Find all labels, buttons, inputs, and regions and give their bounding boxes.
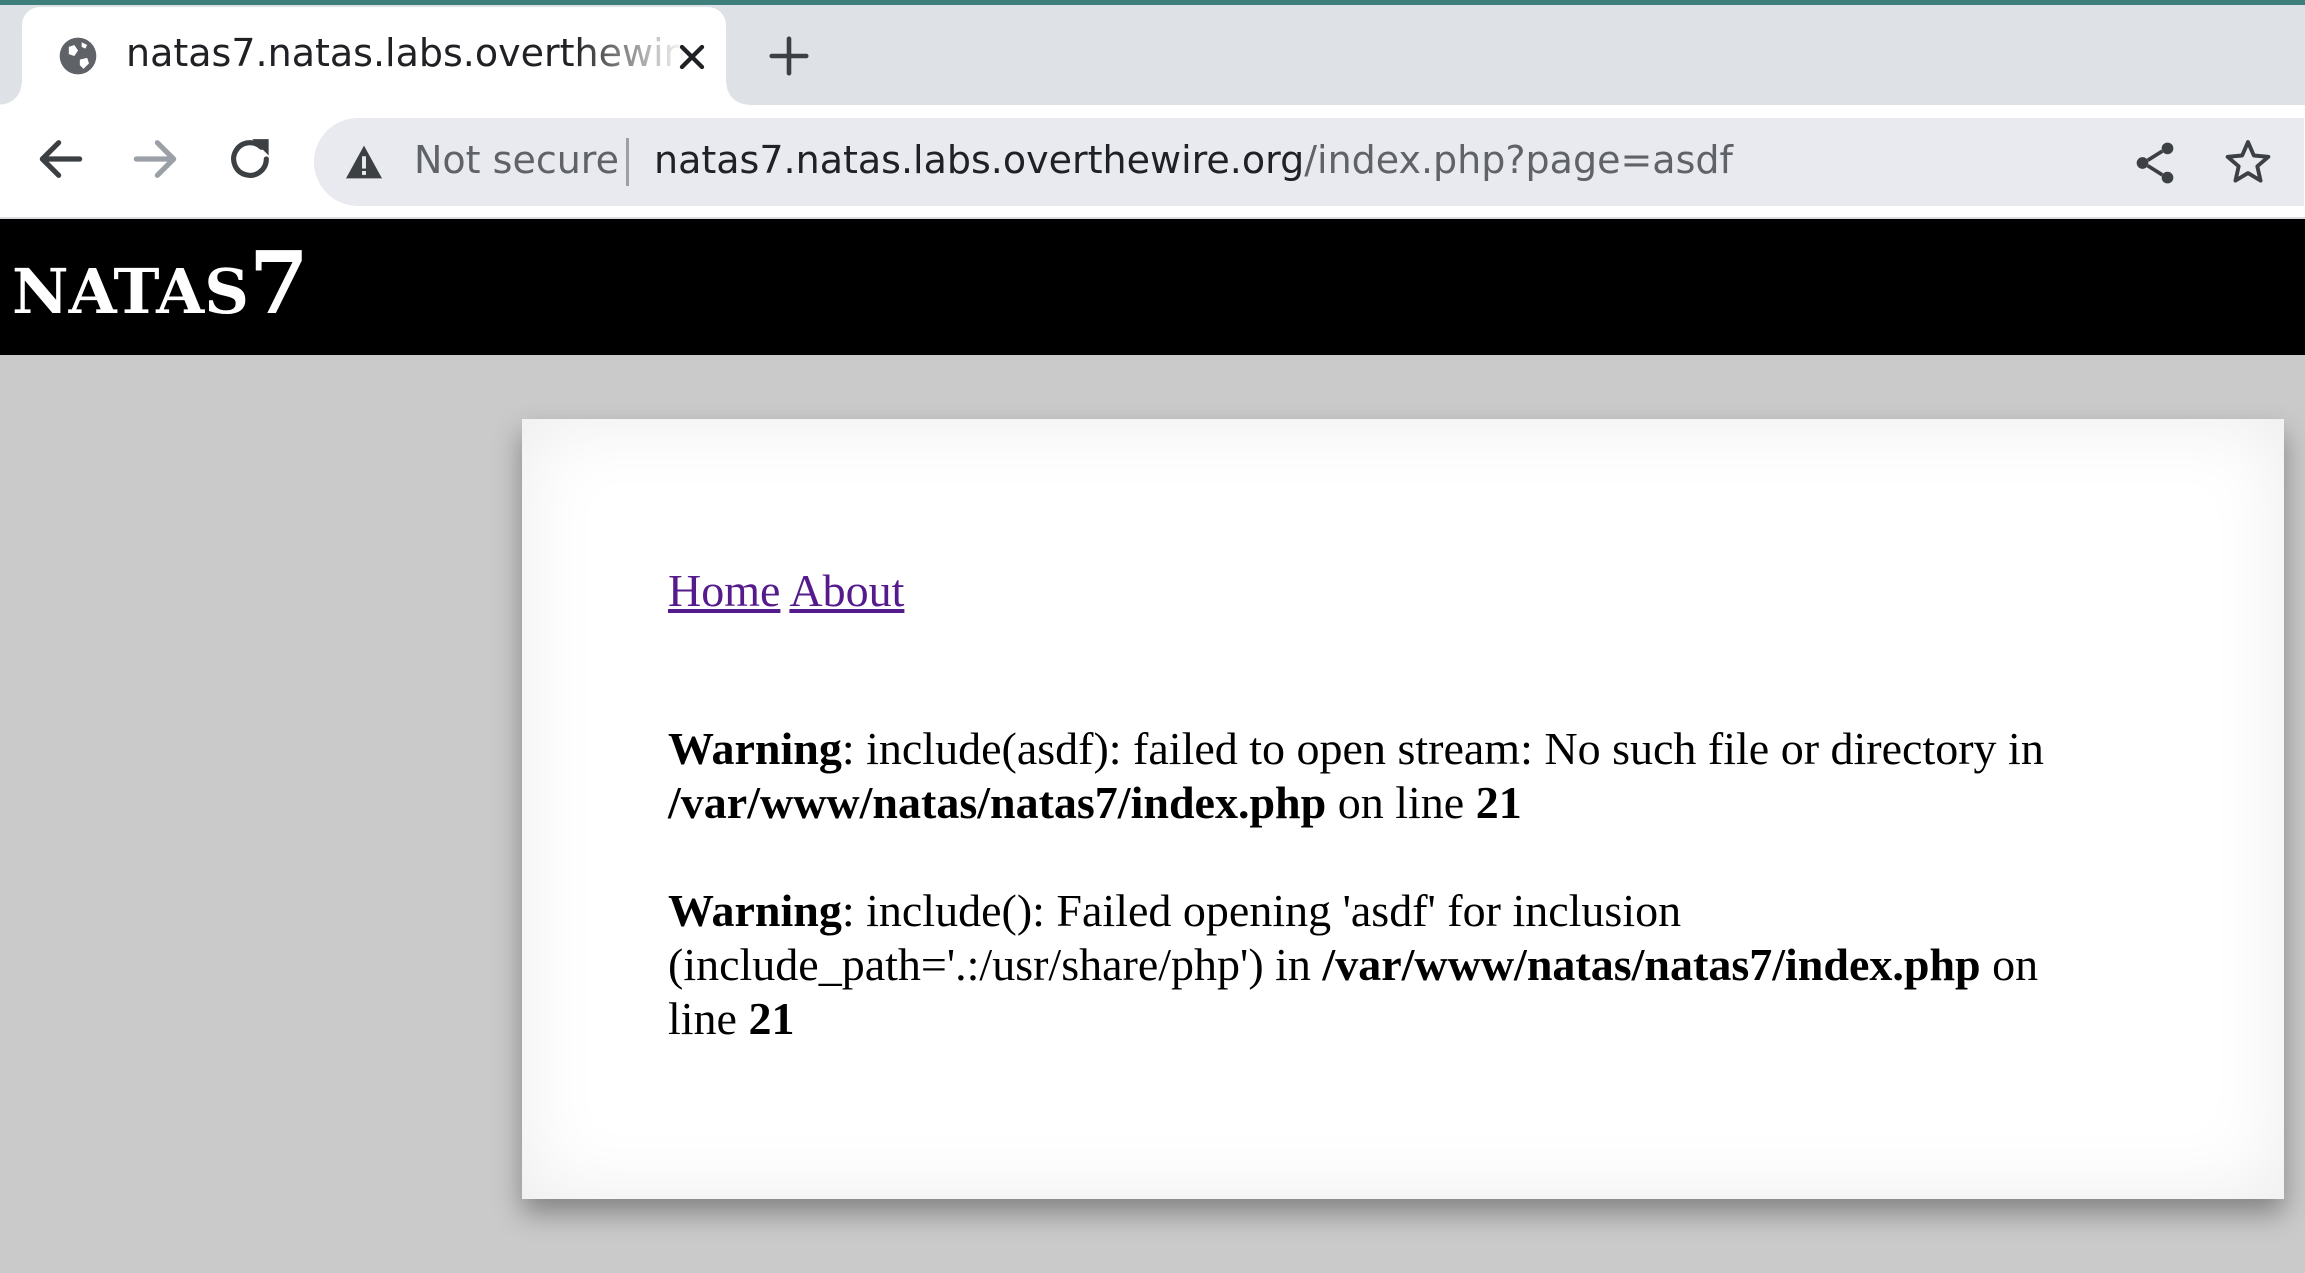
warning-label: Warning	[668, 723, 842, 774]
page-header: NATAS7	[0, 219, 2305, 355]
globe-icon	[59, 37, 97, 75]
back-arrow-icon[interactable]	[33, 131, 89, 187]
warning-label: Warning	[668, 885, 842, 936]
content-panel: Home About Warning: include(asdf): faile…	[522, 419, 2284, 1199]
url-path: /index.php?page=asdf	[1304, 138, 1733, 182]
address-bar[interactable]: Not secure natas7.natas.labs.overthewire…	[314, 118, 2304, 206]
content-body: Home About Warning: include(asdf): faile…	[668, 564, 2098, 1100]
warning-line-text: on line	[1326, 777, 1476, 828]
url-host: natas7.natas.labs.overthewire.org	[654, 138, 1305, 182]
share-icon[interactable]	[2130, 138, 2180, 188]
warning-message: : include(asdf): failed to open stream: …	[841, 723, 2044, 774]
warning-file-path: /var/www/natas/natas7/index.php	[668, 777, 1327, 828]
nav-links: Home About	[668, 564, 2098, 618]
about-link[interactable]: About	[789, 565, 904, 616]
close-icon[interactable]	[672, 37, 712, 77]
php-warning: Warning: include(): Failed opening 'asdf…	[668, 884, 2098, 1046]
warning-line-number: 21	[1475, 777, 1522, 828]
plus-icon[interactable]	[766, 33, 812, 79]
url-text[interactable]: natas7.natas.labs.overthewire.org/index.…	[654, 138, 1733, 182]
page-title: NATAS7	[12, 241, 309, 327]
page-title-prefix: NATAS	[12, 255, 250, 328]
tab-title: natas7.natas.labs.overthewire.org	[126, 31, 686, 75]
php-warning: Warning: include(asdf): failed to open s…	[668, 722, 2098, 830]
browser-tab[interactable]: natas7.natas.labs.overthewire.org	[0, 7, 748, 105]
star-icon[interactable]	[2222, 136, 2274, 188]
warning-file-path: /var/www/natas/natas7/index.php	[1322, 939, 1981, 990]
warning-icon[interactable]	[344, 144, 384, 180]
tab-strip: natas7.natas.labs.overthewire.org	[0, 5, 2305, 105]
address-separator	[626, 138, 629, 186]
forward-arrow-icon[interactable]	[127, 131, 183, 187]
warning-line-number: 21	[748, 993, 795, 1044]
page-title-number: 7	[249, 233, 309, 334]
security-status-label[interactable]: Not secure	[414, 138, 619, 182]
browser-toolbar: Not secure natas7.natas.labs.overthewire…	[0, 105, 2305, 219]
reload-icon[interactable]	[222, 131, 278, 187]
home-link[interactable]: Home	[668, 565, 780, 616]
